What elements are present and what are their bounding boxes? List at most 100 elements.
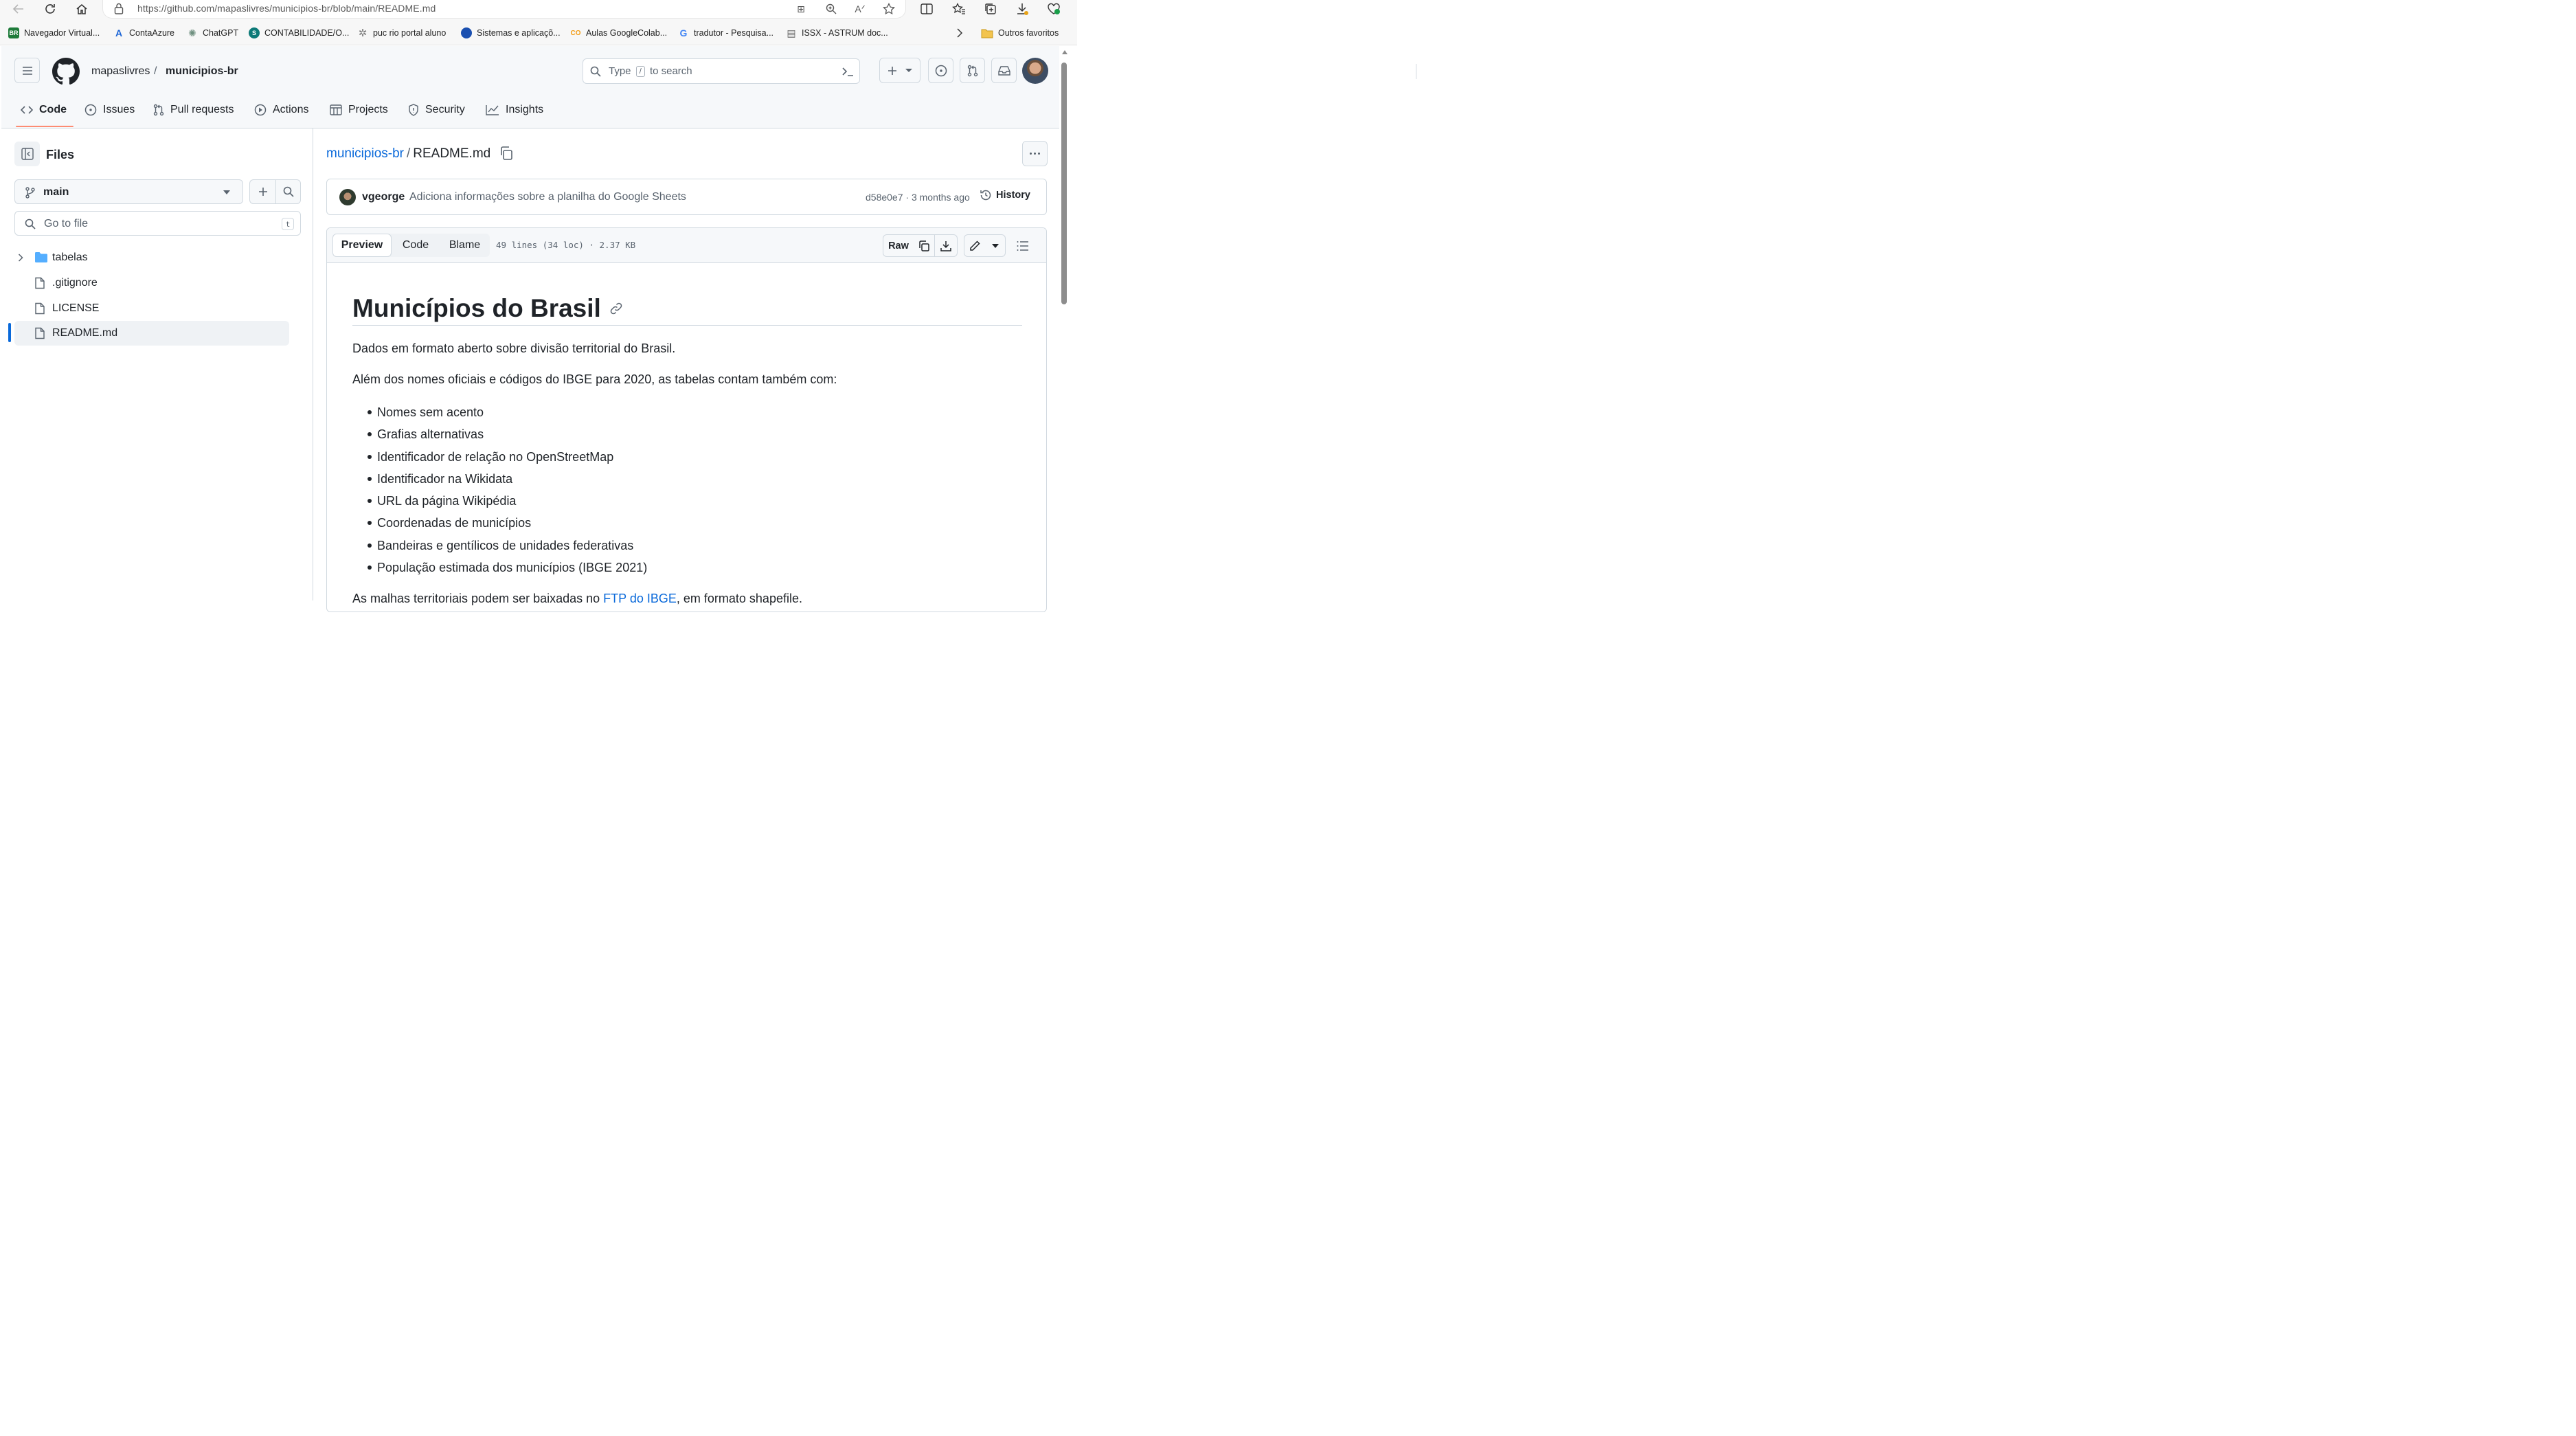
play-icon: [254, 104, 267, 116]
commit-author-link[interactable]: vgeorge: [362, 191, 405, 203]
copy-icon: [919, 240, 929, 251]
reload-button[interactable]: [41, 1, 59, 16]
tree-item-license[interactable]: LICENSE: [14, 296, 289, 321]
bookmark-item[interactable]: ✲ puc rio portal aluno: [357, 26, 447, 40]
tab-insights[interactable]: Insights: [486, 101, 543, 119]
browser-essentials-icon[interactable]: [1046, 1, 1062, 16]
split-screen-icon[interactable]: [918, 1, 935, 16]
bookmark-item[interactable]: S CONTABILIDADE/O...: [249, 26, 349, 40]
bookmarks-overflow-button[interactable]: [956, 26, 963, 40]
bookmarks-bar: BR Navegador Virtual... A ContaAzure ✺ C…: [0, 21, 1077, 45]
inbox-button[interactable]: [991, 58, 1017, 83]
ftp-ibge-link[interactable]: FTP do IBGE: [603, 592, 677, 605]
issue-icon: [84, 104, 97, 116]
issues-button[interactable]: [928, 58, 953, 83]
search-files-button[interactable]: [275, 179, 301, 204]
edit-file-button[interactable]: [964, 234, 986, 257]
bookmark-label: puc rio portal aluno: [373, 28, 447, 38]
bookmark-item[interactable]: BR Navegador Virtual...: [8, 26, 100, 40]
add-file-button[interactable]: [249, 179, 275, 204]
tree-item-readme[interactable]: README.md: [14, 321, 289, 346]
other-favorites-folder[interactable]: Outros favoritos: [981, 26, 1059, 40]
tab-pull-requests[interactable]: Pull requests: [153, 101, 234, 119]
app-available-icon[interactable]: ⊞: [794, 2, 808, 16]
edit-options-button[interactable]: [985, 234, 1006, 257]
folder-icon: [35, 252, 47, 262]
tree-item-tabelas[interactable]: tabelas: [14, 245, 289, 270]
zoom-icon[interactable]: [824, 2, 838, 16]
download-raw-button[interactable]: [935, 234, 958, 257]
bookmark-item[interactable]: A ContaAzure: [113, 26, 174, 40]
history-button[interactable]: History: [980, 189, 1030, 201]
github-logo-icon[interactable]: [52, 58, 80, 85]
history-icon: [980, 190, 991, 201]
search-icon: [283, 186, 294, 197]
tab-label: Insights: [506, 104, 544, 115]
azure-icon: A: [115, 27, 123, 38]
tab-actions[interactable]: Actions: [254, 101, 308, 119]
commit-meta[interactable]: d58e0e7 · 3 months ago: [866, 192, 970, 203]
more-options-button[interactable]: [1022, 141, 1048, 166]
downloads-icon[interactable]: [1014, 1, 1030, 16]
breadcrumb-separator: /: [406, 146, 411, 161]
bookmark-item[interactable]: ✺ ChatGPT: [187, 26, 238, 40]
copy-icon[interactable]: [499, 146, 514, 161]
blame-tab[interactable]: Blame: [440, 234, 490, 257]
anchor-link-icon[interactable]: [609, 302, 623, 315]
branch-selector[interactable]: main: [14, 179, 243, 204]
kebab-dot: [1030, 153, 1032, 155]
list-icon: [1017, 240, 1028, 251]
bookmark-item[interactable]: CO Aulas GoogleColab...: [570, 26, 668, 40]
copy-raw-button[interactable]: [914, 234, 935, 257]
go-to-file-input[interactable]: Go to file t: [14, 211, 301, 236]
files-title: Files: [46, 148, 75, 161]
list-item: URL da página Wikipédia: [368, 492, 1022, 514]
scroll-up-arrow-icon[interactable]: [1062, 50, 1067, 54]
readme-title: Municípios do Brasil: [352, 293, 601, 322]
commit-message-link[interactable]: Adiciona informações sobre a planilha do…: [409, 191, 686, 203]
read-aloud-icon[interactable]: Aᐟ: [853, 2, 867, 16]
bookmark-item[interactable]: ▤ ISSX - ASTRUM doc...: [786, 26, 888, 40]
back-button[interactable]: [10, 1, 27, 16]
repo-name-link[interactable]: municipios-br: [166, 65, 238, 78]
sidebar-collapse-icon: [21, 148, 34, 160]
collections-icon[interactable]: [982, 1, 999, 16]
issue-icon: [935, 65, 947, 76]
list-item: Grafias alternativas: [368, 425, 1022, 447]
raw-button[interactable]: Raw: [883, 234, 914, 257]
outline-button[interactable]: [1012, 234, 1034, 257]
page-scrollbar[interactable]: [1059, 46, 1070, 601]
user-avatar[interactable]: [1022, 58, 1048, 84]
favorites-icon[interactable]: [951, 1, 967, 16]
reload-icon: [45, 4, 55, 14]
tab-security[interactable]: Security: [408, 101, 465, 119]
scroll-thumb[interactable]: [1061, 63, 1067, 304]
command-palette-icon[interactable]: [841, 66, 854, 77]
bookmark-label: ISSX - ASTRUM doc...: [802, 28, 888, 38]
favorite-star-icon[interactable]: [882, 2, 896, 16]
home-button[interactable]: [73, 1, 91, 16]
tab-issues[interactable]: Issues: [84, 101, 135, 119]
create-new-button[interactable]: [879, 58, 920, 83]
search-input[interactable]: Type / to search: [583, 58, 1416, 84]
tab-code[interactable]: Code: [21, 101, 67, 119]
chevron-down-icon: [223, 190, 230, 194]
chevron-down-icon: [905, 69, 912, 72]
tree-item-gitignore[interactable]: .gitignore: [14, 271, 289, 295]
repo-owner-link[interactable]: mapaslivres: [91, 65, 150, 78]
breadcrumb-repo-link[interactable]: municipios-br: [326, 146, 404, 161]
address-bar[interactable]: https://github.com/mapaslivres/municipio…: [103, 0, 905, 18]
collapse-sidebar-button[interactable]: [14, 142, 40, 166]
preview-tab[interactable]: Preview: [332, 234, 392, 257]
readme-heading: Municípios do Brasil: [352, 276, 1022, 326]
bookmark-item[interactable]: G tradutor - Pesquisa...: [678, 26, 773, 40]
code-view-tab[interactable]: Code: [392, 234, 440, 257]
address-url[interactable]: https://github.com/mapaslivres/municipio…: [137, 3, 436, 14]
menu-button[interactable]: [14, 58, 40, 83]
commit-author-avatar[interactable]: [339, 189, 356, 205]
bookmark-item[interactable]: Sistemas e aplicaçõ...: [461, 26, 561, 40]
file-info: 49 lines (34 loc) · 2.37 KB: [496, 240, 636, 250]
chevron-right-icon[interactable]: [18, 254, 23, 262]
tab-projects[interactable]: Projects: [330, 101, 388, 119]
pull-requests-button[interactable]: [960, 58, 985, 83]
